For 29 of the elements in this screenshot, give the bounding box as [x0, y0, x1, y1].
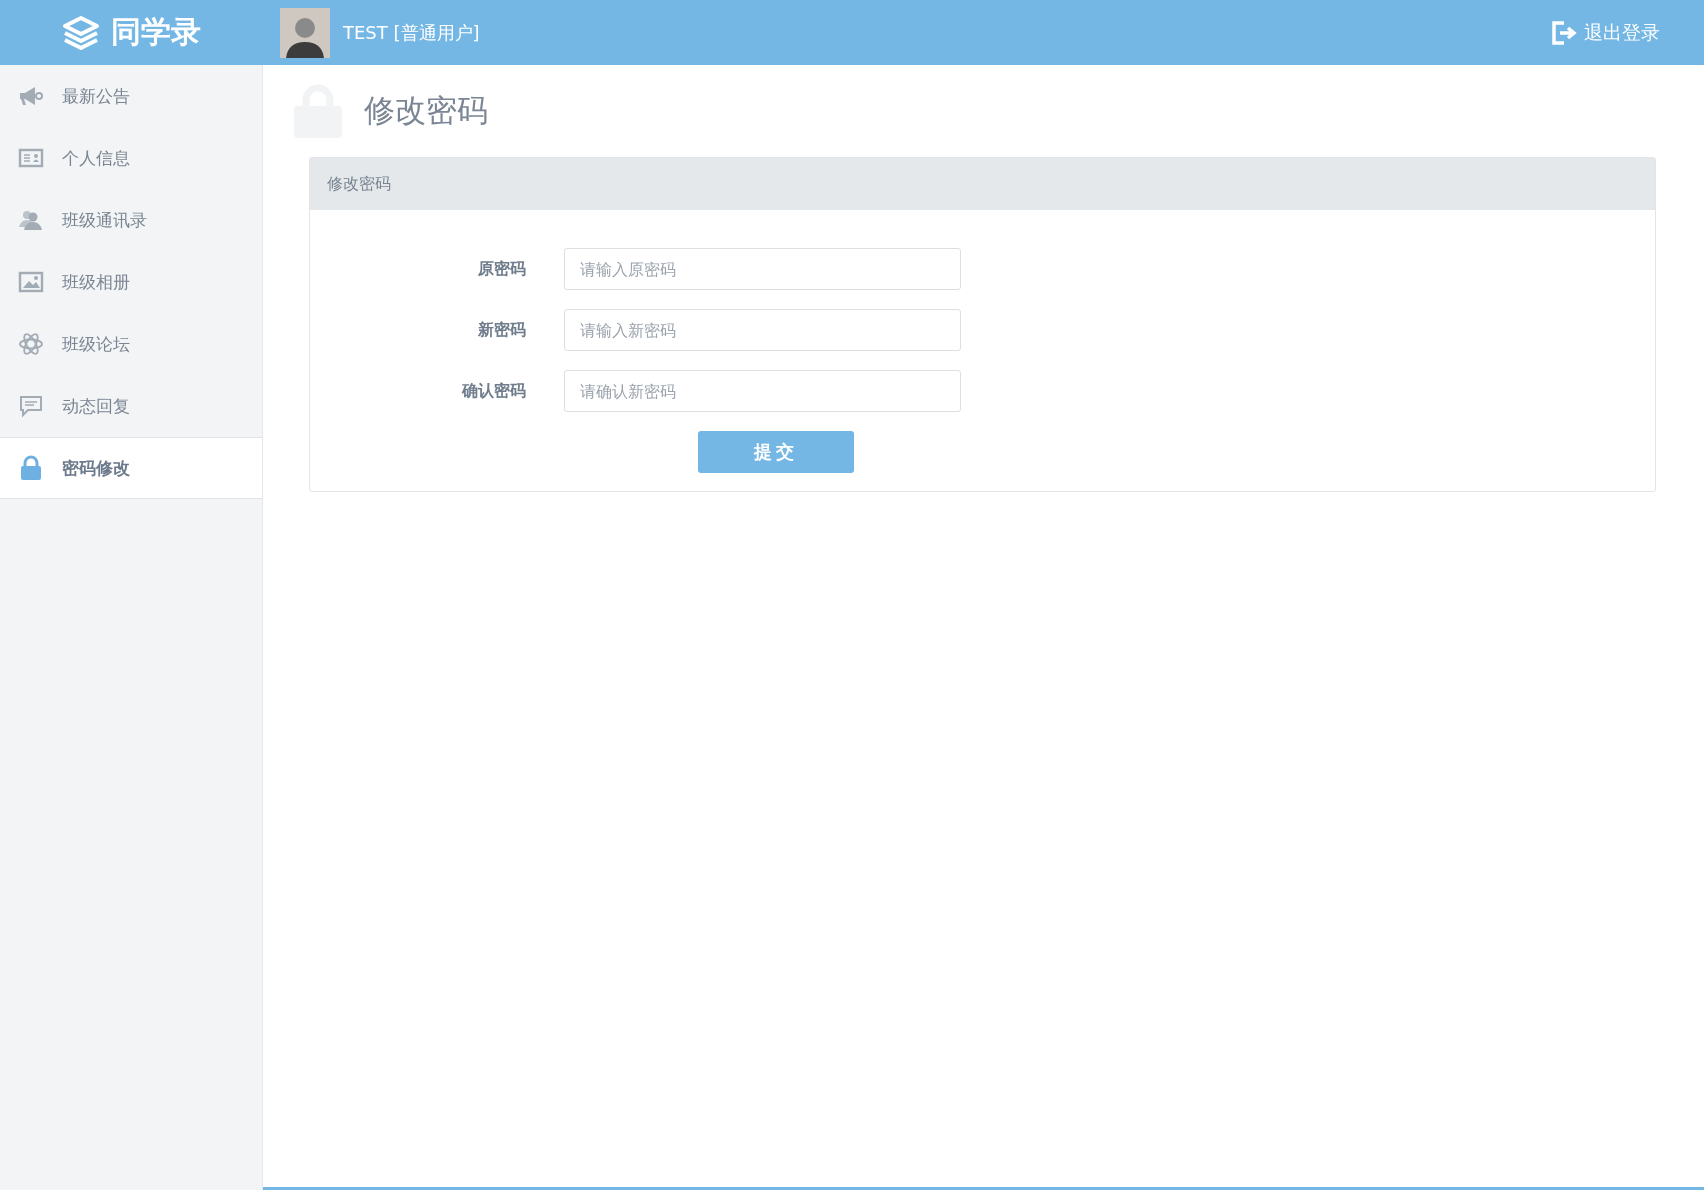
picture-icon: [18, 271, 44, 293]
sidebar-item[interactable]: 班级通讯录: [0, 189, 262, 251]
lock-icon: [18, 455, 44, 481]
avatar-silhouette: [280, 7, 330, 58]
password-field[interactable]: 请确认新密码: [564, 370, 961, 412]
logout-icon: [1550, 18, 1578, 47]
app-logo: 同学录: [111, 13, 201, 51]
sidebar-item[interactable]: 班级相册: [0, 251, 262, 313]
comment-icon: [18, 394, 44, 418]
sidebar-item[interactable]: 个人信息: [0, 127, 262, 189]
sidebar-item[interactable]: 密码修改: [0, 437, 262, 499]
atom-icon: [18, 332, 44, 356]
password-field[interactable]: 请输入原密码: [564, 248, 961, 290]
password-field[interactable]: 请输入新密码: [564, 309, 961, 351]
field-label: 原密码: [477, 258, 526, 280]
sidebar-item[interactable]: 最新公告: [0, 65, 262, 127]
submit-button[interactable]: 提交: [698, 431, 854, 473]
sidebar-item[interactable]: 动态回复: [0, 375, 262, 437]
field-label: 确认密码: [461, 380, 526, 402]
sidebar-item[interactable]: 班级论坛: [0, 313, 262, 375]
layers-icon: [61, 14, 101, 51]
id-card-icon: [18, 147, 44, 169]
logout-button[interactable]: 退出登录: [1550, 18, 1660, 47]
megaphone-icon: [18, 85, 44, 107]
users-icon: [18, 209, 44, 231]
field-label: 新密码: [477, 319, 526, 341]
page-title: 修改密码: [364, 91, 488, 130]
panel-header: 修改密码: [310, 158, 1655, 210]
user-name: TEST [普通用户]: [343, 20, 480, 45]
